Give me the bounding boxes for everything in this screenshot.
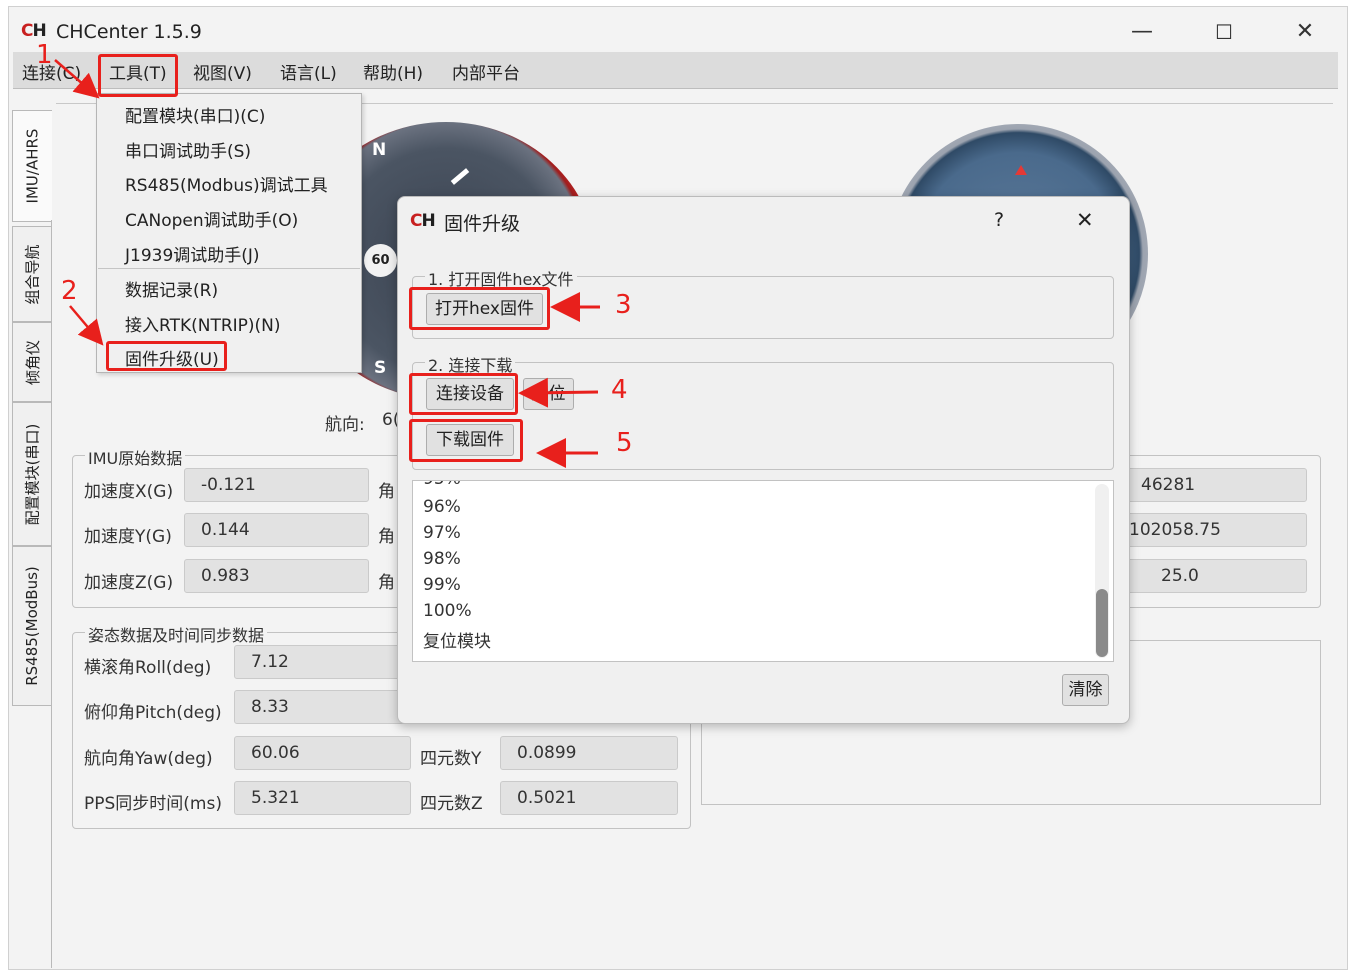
arrow-4-icon	[518, 377, 599, 408]
annotation-arrows	[54, 59, 600, 468]
arrow-1-icon	[54, 59, 100, 99]
arrow-2-icon	[69, 305, 104, 346]
